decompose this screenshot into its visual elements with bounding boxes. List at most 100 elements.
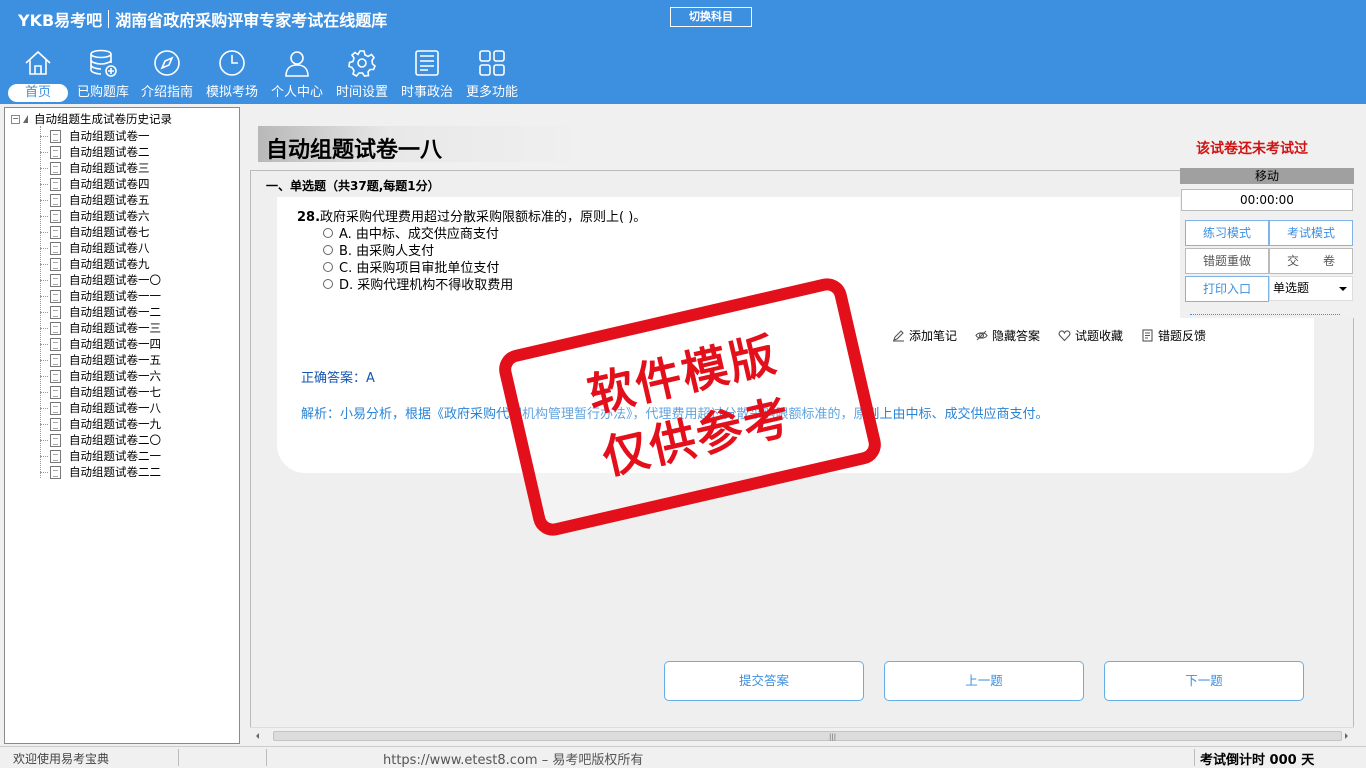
scroll-right-arrow-icon[interactable] [1345,733,1348,739]
tree-branch [40,471,48,473]
tool-label: 添加笔记 [909,329,958,343]
tree-item[interactable]: 自动组题试卷一九 [40,416,161,432]
status-bar: 欢迎使用易考宝典 https://www.etest8.com – 易考吧版权所… [0,746,1366,768]
tree-item[interactable]: 自动组题试卷五 [40,192,150,208]
nav-current-affairs[interactable]: 时事政治 [396,48,458,104]
radio-button[interactable] [323,227,333,238]
tree-branch [40,359,48,361]
option-a[interactable]: A. 由中标、成交供应商支付 [323,224,499,242]
collapse-icon[interactable]: − [11,114,20,124]
top-header: YKB易考吧 湖南省政府采购评审专家考试在线题库 切换科目 首页 已购题库 介绍… [0,0,1366,104]
tree-item[interactable]: 自动组题试卷六 [40,208,150,224]
tree-item[interactable]: 自动组题试卷四 [40,176,150,192]
option-b[interactable]: B. 由采购人支付 [323,241,434,259]
document-icon [50,177,61,191]
tree-item-label: 自动组题试卷一〇 [69,273,161,287]
practice-mode-button[interactable]: 练习模式 [1185,220,1269,246]
radio-button[interactable] [323,244,333,255]
redo-wrong-button[interactable]: 错题重做 [1185,248,1269,274]
tree-item[interactable]: 自动组题试卷八 [40,240,150,256]
nav-label: 时间设置 [335,85,388,100]
database-icon [90,49,117,77]
exam-mode-button[interactable]: 考试模式 [1269,220,1353,246]
tree-item[interactable]: 自动组题试卷一二 [40,304,161,320]
error-feedback-button[interactable]: 错题反馈 [1141,327,1206,344]
tree-item-label: 自动组题试卷二二 [69,465,161,479]
brand-logo: YKB易考吧 [18,11,103,30]
next-question-button[interactable]: 下一题 [1104,661,1304,701]
document-icon [50,129,61,143]
tree-root[interactable]: − 自动组题生成试卷历史记录 [11,112,172,126]
tree-branch [40,135,48,137]
tree-branch [40,295,48,297]
tree-branch [40,215,48,217]
document-icon [50,145,61,159]
tree-branch [40,199,48,201]
tree-item[interactable]: 自动组题试卷一八 [40,400,161,416]
tree-item[interactable]: 自动组题试卷一 [40,128,150,144]
home-icon [25,50,51,75]
print-entry-button[interactable]: 打印入口 [1185,276,1269,302]
horizontal-scrollbar[interactable]: ||| [250,727,1354,743]
option-label: D. 采购代理机构不得收取费用 [339,278,514,293]
favorite-question-button[interactable]: 试题收藏 [1058,327,1123,344]
tree-item[interactable]: 自动组题试卷一〇 [40,272,161,288]
exam-countdown: 考试倒计时 000 天 [1200,753,1315,768]
question-number: 28. [297,210,321,225]
nav-mock-exam[interactable]: 模拟考场 [201,48,263,104]
hide-answer-button[interactable]: 隐藏答案 [975,327,1040,344]
document-icon [50,385,61,399]
scroll-left-arrow-icon[interactable] [256,733,259,739]
tree-branch [40,231,48,233]
scroll-thumb[interactable]: ||| [273,731,1342,741]
tree-item[interactable]: 自动组题试卷二〇 [40,432,161,448]
move-handle[interactable]: 移动 [1180,168,1354,184]
radio-button[interactable] [323,261,333,272]
tree-item-label: 自动组题试卷一一 [69,289,161,303]
tree-item[interactable]: 自动组题试卷二二 [40,464,161,480]
tree-item-label: 自动组题试卷七 [69,225,150,239]
exam-history-tree: − 自动组题生成试卷历史记录 自动组题试卷一 自动组题试卷二 自动组题试卷三 自动组题… [4,107,240,744]
question-type-select[interactable]: 单选题 [1269,276,1353,301]
radio-button[interactable] [323,278,333,289]
tree-item[interactable]: 自动组题试卷一一 [40,288,161,304]
tree-item-label: 自动组题试卷八 [69,241,150,255]
tree-item-label: 自动组题试卷四 [69,177,150,191]
nav-more-functions[interactable]: 更多功能 [461,48,523,104]
tree-item[interactable]: 自动组题试卷七 [40,224,150,240]
nav-purchased-bank[interactable]: 已购题库 [72,48,134,104]
tree-item-label: 自动组题试卷一九 [69,417,161,431]
tree-branch [40,183,48,185]
exam-status-text: 该试卷还未考试过 [1196,141,1308,157]
nav-time-settings[interactable]: 时间设置 [331,48,393,104]
clock-icon [219,50,245,76]
tree-item-label: 自动组题试卷一 [69,129,150,143]
tree-item[interactable]: 自动组题试卷一七 [40,384,161,400]
document-icon [50,353,61,367]
tree-item[interactable]: 自动组题试卷一四 [40,336,161,352]
tree-item[interactable]: 自动组题试卷一六 [40,368,161,384]
tree-item[interactable]: 自动组题试卷一五 [40,352,161,368]
tree-branch [40,247,48,249]
submit-paper-button[interactable]: 交 卷 [1269,248,1353,274]
option-d[interactable]: D. 采购代理机构不得收取费用 [323,275,514,293]
nav-label: 介绍指南 [140,85,193,100]
nav-home[interactable]: 首页 [8,48,68,104]
tree-item[interactable]: 自动组题试卷一三 [40,320,161,336]
tree-branch [40,311,48,313]
tree-item[interactable]: 自动组题试卷二 [40,144,150,160]
previous-question-button[interactable]: 上一题 [884,661,1084,701]
tree-item[interactable]: 自动组题试卷九 [40,256,150,272]
nav-personal-center[interactable]: 个人中心 [266,48,328,104]
tree-item-label: 自动组题试卷一六 [69,369,161,383]
submit-answer-button[interactable]: 提交答案 [664,661,864,701]
timer-display: 00:00:00 [1181,189,1353,211]
tree-item[interactable]: 自动组题试卷二一 [40,448,161,464]
nav-guide[interactable]: 介绍指南 [136,48,198,104]
tree-item[interactable]: 自动组题试卷三 [40,160,150,176]
switch-subject-button[interactable]: 切换科目 [670,7,752,27]
brand-divider [108,10,110,28]
tree-item-label: 自动组题试卷一四 [69,337,161,351]
option-c[interactable]: C. 由采购项目审批单位支付 [323,258,499,276]
add-note-button[interactable]: 添加笔记 [892,327,957,344]
